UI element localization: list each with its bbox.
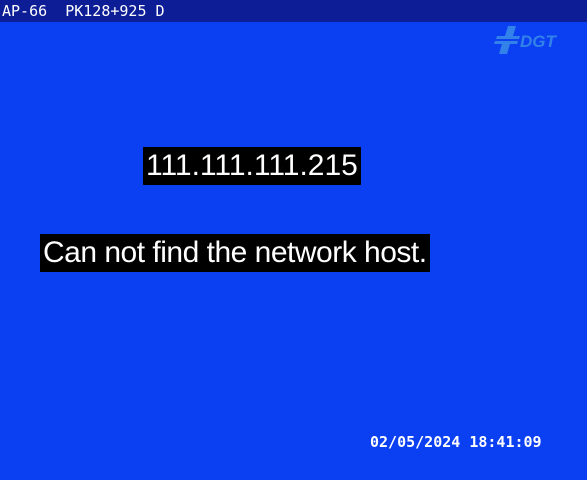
timestamp: 02/05/2024 18:41:09 (370, 433, 542, 451)
dgt-logo: DGT (494, 26, 564, 54)
svg-text:DGT: DGT (520, 32, 558, 51)
error-message: Can not find the network host. (40, 234, 430, 272)
camera-label-bar: AP-66 PK128+925 D (0, 0, 587, 22)
ip-address-label: 111.111.111.215 (143, 147, 361, 185)
